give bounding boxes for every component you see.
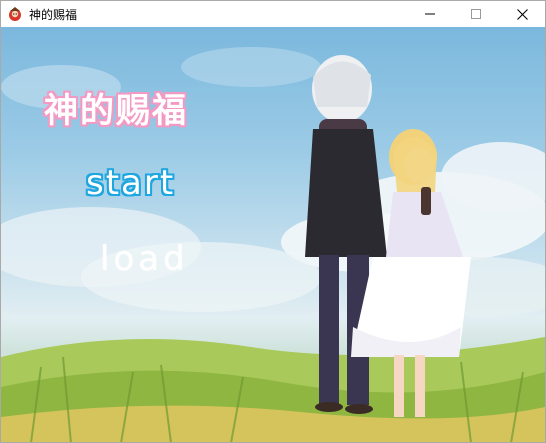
window-controls bbox=[407, 1, 545, 27]
close-button[interactable] bbox=[499, 1, 545, 27]
title-screen[interactable]: 神的赐福 start load bbox=[1, 27, 545, 442]
game-title: 神的赐福 bbox=[44, 91, 188, 131]
maximize-icon bbox=[471, 9, 481, 19]
start-button[interactable]: start bbox=[86, 163, 175, 203]
window-title: 神的赐福 bbox=[29, 7, 78, 22]
game-window: 神的赐福 神的赐福 start load bbox=[0, 0, 546, 443]
load-button[interactable]: load bbox=[100, 239, 189, 279]
game-icon bbox=[9, 7, 21, 21]
minimize-button[interactable] bbox=[407, 1, 453, 27]
close-icon bbox=[516, 8, 528, 20]
minimize-icon bbox=[425, 13, 435, 15]
maximize-button[interactable] bbox=[453, 1, 499, 27]
title-bar[interactable]: 神的赐福 bbox=[1, 1, 545, 27]
